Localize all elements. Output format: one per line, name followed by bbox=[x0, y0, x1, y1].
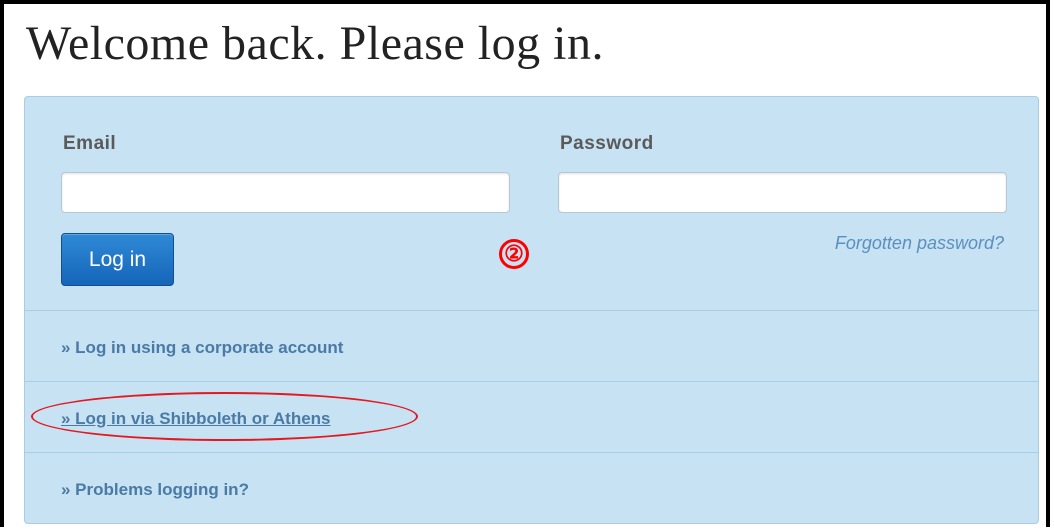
login-button[interactable]: Log in bbox=[61, 233, 174, 286]
shibboleth-athens-login-link[interactable]: » Log in via Shibboleth or Athens bbox=[61, 409, 331, 429]
login-problems-link[interactable]: » Problems logging in? bbox=[61, 480, 249, 500]
email-label: Email bbox=[63, 133, 117, 154]
email-field[interactable] bbox=[61, 172, 510, 213]
login-panel: Email Password Log in ② Forgotten passwo… bbox=[24, 96, 1039, 524]
forgot-password-link[interactable]: Forgotten password? bbox=[835, 233, 1004, 254]
password-label: Password bbox=[560, 133, 654, 154]
shibboleth-login-row: » Log in via Shibboleth or Athens bbox=[25, 381, 1038, 452]
step-number-marker: ② bbox=[499, 239, 529, 269]
login-help-row: » Problems logging in? bbox=[25, 452, 1038, 524]
corporate-login-row: » Log in using a corporate account bbox=[25, 310, 1038, 381]
page-title: Welcome back. Please log in. bbox=[26, 17, 604, 70]
corporate-login-link[interactable]: » Log in using a corporate account bbox=[61, 338, 343, 358]
password-field[interactable] bbox=[558, 172, 1007, 213]
